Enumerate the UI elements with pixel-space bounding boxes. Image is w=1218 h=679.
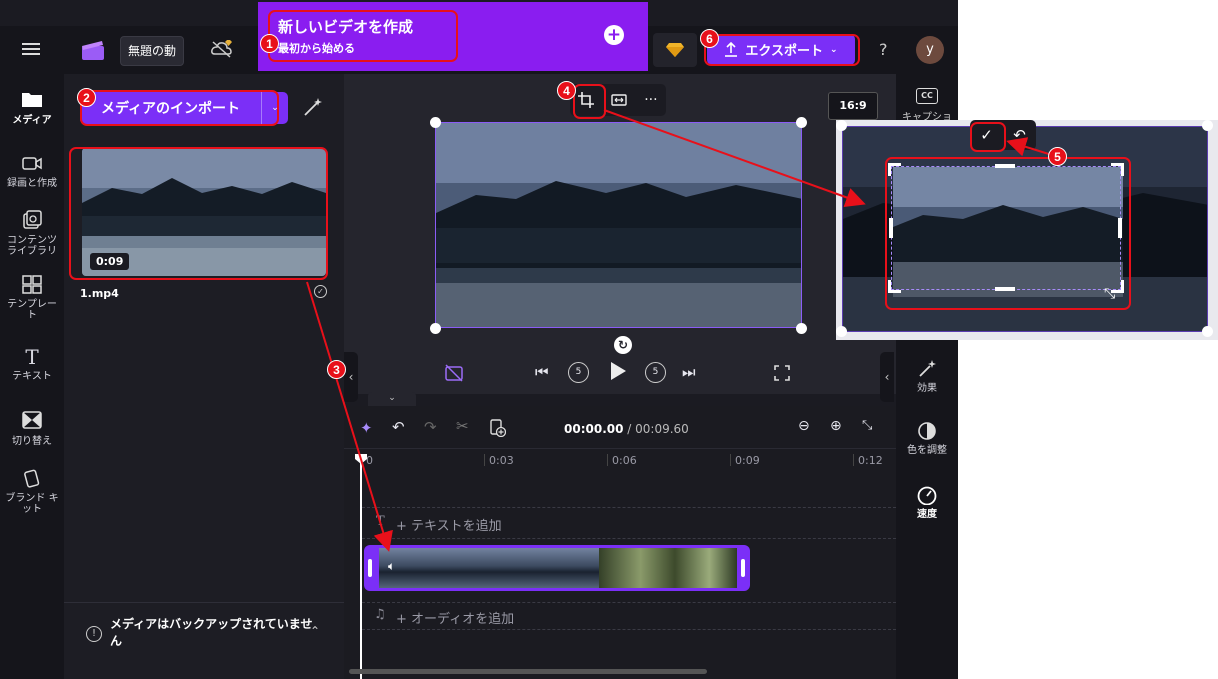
annotation-arrows — [306, 109, 1053, 552]
annotation-badge-6: 6 — [700, 29, 719, 48]
annotation-badge-5: 5 — [1048, 147, 1067, 166]
annotation-badge-4: 4 — [557, 81, 576, 100]
annotation-badge-1: 1 — [260, 34, 279, 53]
arrow-4 — [603, 109, 866, 207]
annotation-badge-3: 3 — [327, 360, 346, 379]
arrow-3 — [306, 281, 393, 552]
annotation-badge-2: 2 — [77, 88, 96, 107]
arrow-5 — [1006, 137, 1053, 157]
